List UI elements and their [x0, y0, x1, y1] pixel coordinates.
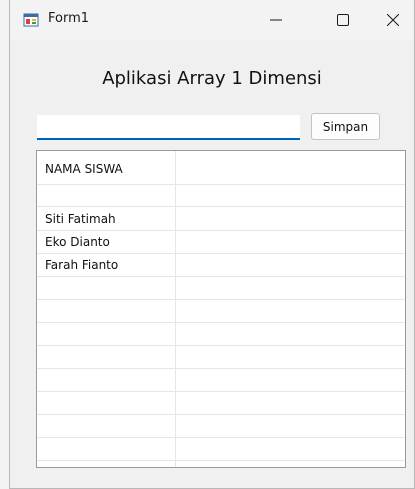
close-icon — [387, 14, 399, 26]
empty-row — [37, 300, 405, 323]
empty-row — [37, 438, 405, 461]
empty-row — [37, 346, 405, 369]
close-button[interactable] — [370, 0, 415, 40]
form-app-icon — [23, 13, 39, 27]
page-title: Aplikasi Array 1 Dimensi — [102, 68, 322, 89]
empty-row — [37, 277, 405, 300]
save-button[interactable]: Simpan — [311, 113, 380, 140]
empty-row — [37, 369, 405, 392]
title-bar[interactable]: Form1 — [10, 0, 414, 40]
list-item[interactable]: Siti Fatimah — [37, 208, 405, 231]
minimize-button[interactable] — [253, 0, 299, 40]
empty-row — [37, 415, 405, 438]
empty-row — [37, 392, 405, 415]
minimize-icon — [270, 19, 282, 21]
form-window: Form1 Aplikasi Array 1 Dimensi Simpan NA… — [9, 0, 415, 489]
name-input[interactable] — [37, 115, 300, 140]
window-title: Form1 — [48, 11, 90, 26]
column-header-nama-siswa[interactable]: NAMA SISWA — [37, 151, 405, 185]
list-item[interactable]: Eko Dianto — [37, 231, 405, 254]
list-spacer-row — [37, 185, 405, 207]
maximize-button[interactable] — [320, 0, 366, 40]
student-listview[interactable]: NAMA SISWA Siti Fatimah Eko Dianto Farah… — [36, 150, 406, 468]
empty-row — [37, 323, 405, 346]
list-item[interactable]: Farah Fianto — [37, 254, 405, 277]
maximize-icon — [337, 14, 349, 26]
